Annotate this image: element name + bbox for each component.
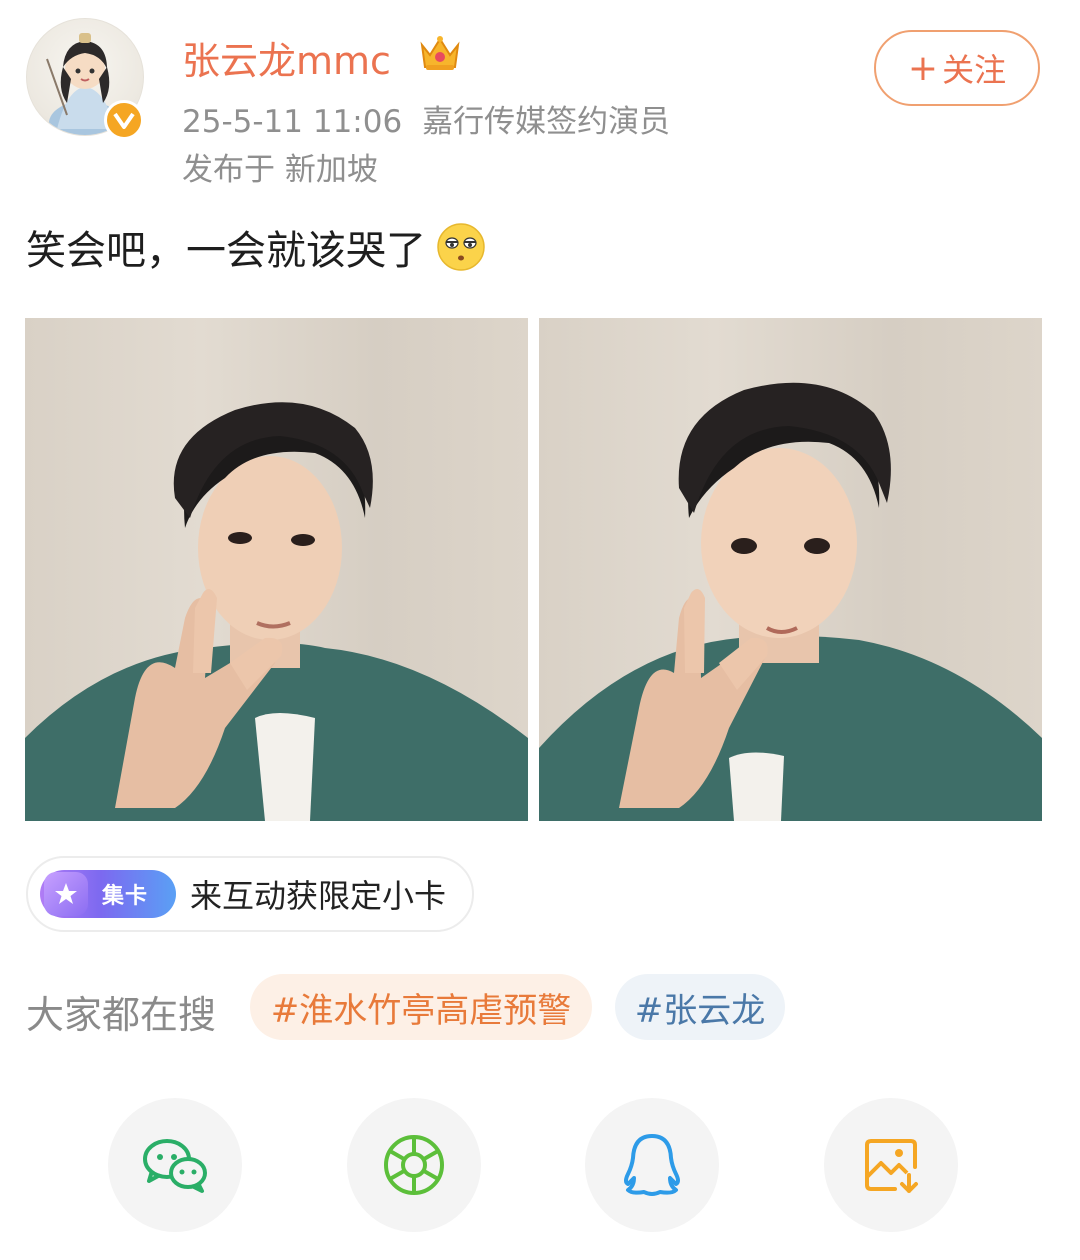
collect-card-tag: 集卡	[40, 870, 176, 918]
wechat-icon	[143, 1139, 207, 1193]
qq-icon	[624, 1134, 680, 1196]
trending-label: 大家都在搜	[26, 993, 217, 1037]
moments-icon	[384, 1135, 444, 1195]
post-timestamp: 25-5-11 11:06	[182, 104, 403, 140]
share-wechat-button[interactable]	[108, 1098, 242, 1232]
collect-card-text: 来互动获限定小卡	[190, 877, 447, 915]
share-moments-button[interactable]	[347, 1098, 481, 1232]
post-text: 笑会吧，一会就该哭了	[26, 218, 486, 276]
crown-icon	[418, 31, 462, 75]
post-text-content: 笑会吧，一会就该哭了	[26, 228, 426, 274]
collect-card-tag-label: 集卡	[102, 884, 149, 909]
post-meta: 25-5-11 11:06 嘉行传媒签约演员	[182, 96, 670, 141]
plus-icon: +	[907, 47, 939, 89]
selfie-photo-image	[25, 402, 528, 821]
star-card-icon	[44, 872, 88, 916]
follow-button[interactable]: + 关注	[874, 30, 1040, 106]
follow-label: 关注	[942, 51, 1007, 89]
collect-card-chip[interactable]: 集卡 来互动获限定小卡	[26, 856, 474, 932]
post-location: 发布于 新加坡	[182, 152, 378, 188]
trending-topic[interactable]: #淮水竹亭高虐预警	[250, 974, 592, 1040]
eye-roll-emoji-icon	[437, 223, 485, 271]
trending-topic[interactable]: #张云龙	[615, 974, 785, 1040]
share-qq-button[interactable]	[585, 1098, 719, 1232]
save-image-icon	[865, 1139, 918, 1193]
verified-badge-icon	[104, 100, 144, 140]
save-image-button[interactable]	[824, 1098, 958, 1232]
post-photo-2[interactable]	[539, 318, 1042, 821]
post-photo-1[interactable]	[25, 318, 528, 821]
verified-title: 嘉行传媒签约演员	[422, 104, 671, 140]
username[interactable]: 张云龙mmc	[182, 30, 391, 85]
selfie-photo-image	[539, 382, 1042, 821]
